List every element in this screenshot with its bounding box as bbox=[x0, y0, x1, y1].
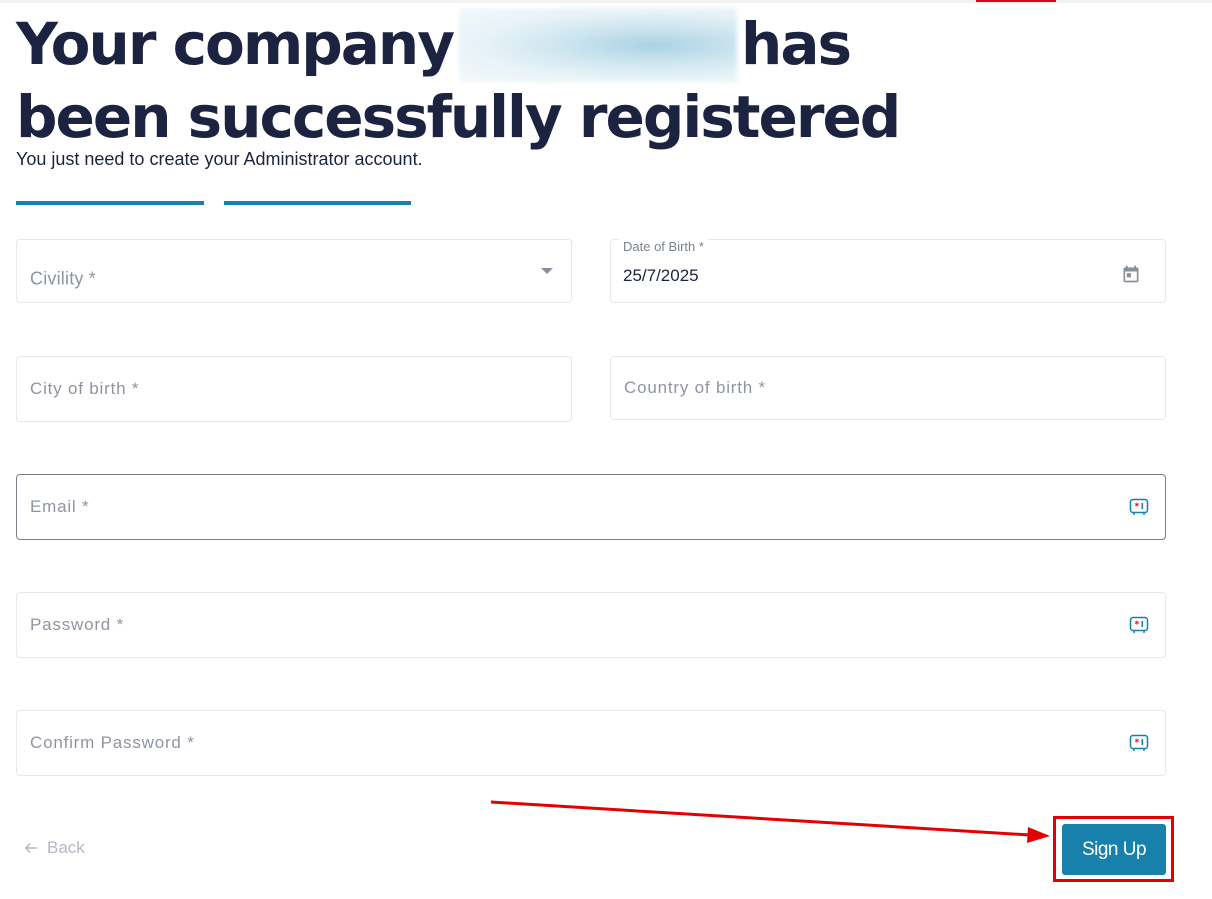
email-placeholder: Email * bbox=[30, 497, 90, 516]
city-of-birth-field[interactable]: City of birth * bbox=[16, 356, 572, 422]
title-part-1: Your company bbox=[16, 10, 455, 78]
progress-step-2 bbox=[224, 201, 411, 205]
civility-select[interactable]: Civility * bbox=[16, 239, 572, 303]
city-of-birth-placeholder: City of birth * bbox=[30, 379, 140, 398]
civility-placeholder: Civility * bbox=[30, 268, 97, 289]
confirm-password-field[interactable]: Confirm Password * * bbox=[16, 710, 1166, 776]
country-of-birth-field[interactable]: Country of birth * bbox=[610, 356, 1166, 420]
password-manager-icon[interactable]: * bbox=[1129, 497, 1149, 517]
top-active-indicator bbox=[976, 0, 1056, 2]
chevron-down-icon[interactable] bbox=[541, 268, 553, 274]
date-of-birth-value: 25/7/2025 bbox=[623, 266, 699, 285]
progress-step-1 bbox=[16, 201, 204, 205]
page-title: Your company has been successfully regist… bbox=[16, 8, 916, 152]
calendar-icon[interactable] bbox=[1121, 264, 1141, 284]
arrow-left-icon bbox=[24, 843, 38, 853]
password-manager-icon[interactable]: * bbox=[1129, 733, 1149, 753]
country-of-birth-placeholder: Country of birth * bbox=[624, 378, 766, 397]
email-field[interactable]: Email * * bbox=[16, 474, 1166, 540]
date-of-birth-label: Date of Birth * bbox=[619, 239, 708, 255]
password-placeholder: Password * bbox=[30, 615, 124, 634]
page: Your company has been successfully regist… bbox=[0, 0, 1212, 899]
back-link[interactable]: Back bbox=[24, 838, 85, 858]
confirm-password-placeholder: Confirm Password * bbox=[30, 733, 195, 752]
password-field[interactable]: Password * * bbox=[16, 592, 1166, 658]
sign-up-button[interactable]: Sign Up bbox=[1062, 824, 1166, 875]
back-label: Back bbox=[47, 838, 85, 857]
date-of-birth-field[interactable]: Date of Birth * 25/7/2025 bbox=[610, 239, 1166, 303]
redacted-company-name bbox=[459, 8, 738, 82]
page-subtitle: You just need to create your Administrat… bbox=[16, 149, 423, 169]
password-manager-icon[interactable]: * bbox=[1129, 615, 1149, 635]
svg-text:*: * bbox=[1135, 502, 1140, 512]
svg-text:*: * bbox=[1135, 738, 1140, 748]
svg-text:*: * bbox=[1135, 620, 1140, 630]
